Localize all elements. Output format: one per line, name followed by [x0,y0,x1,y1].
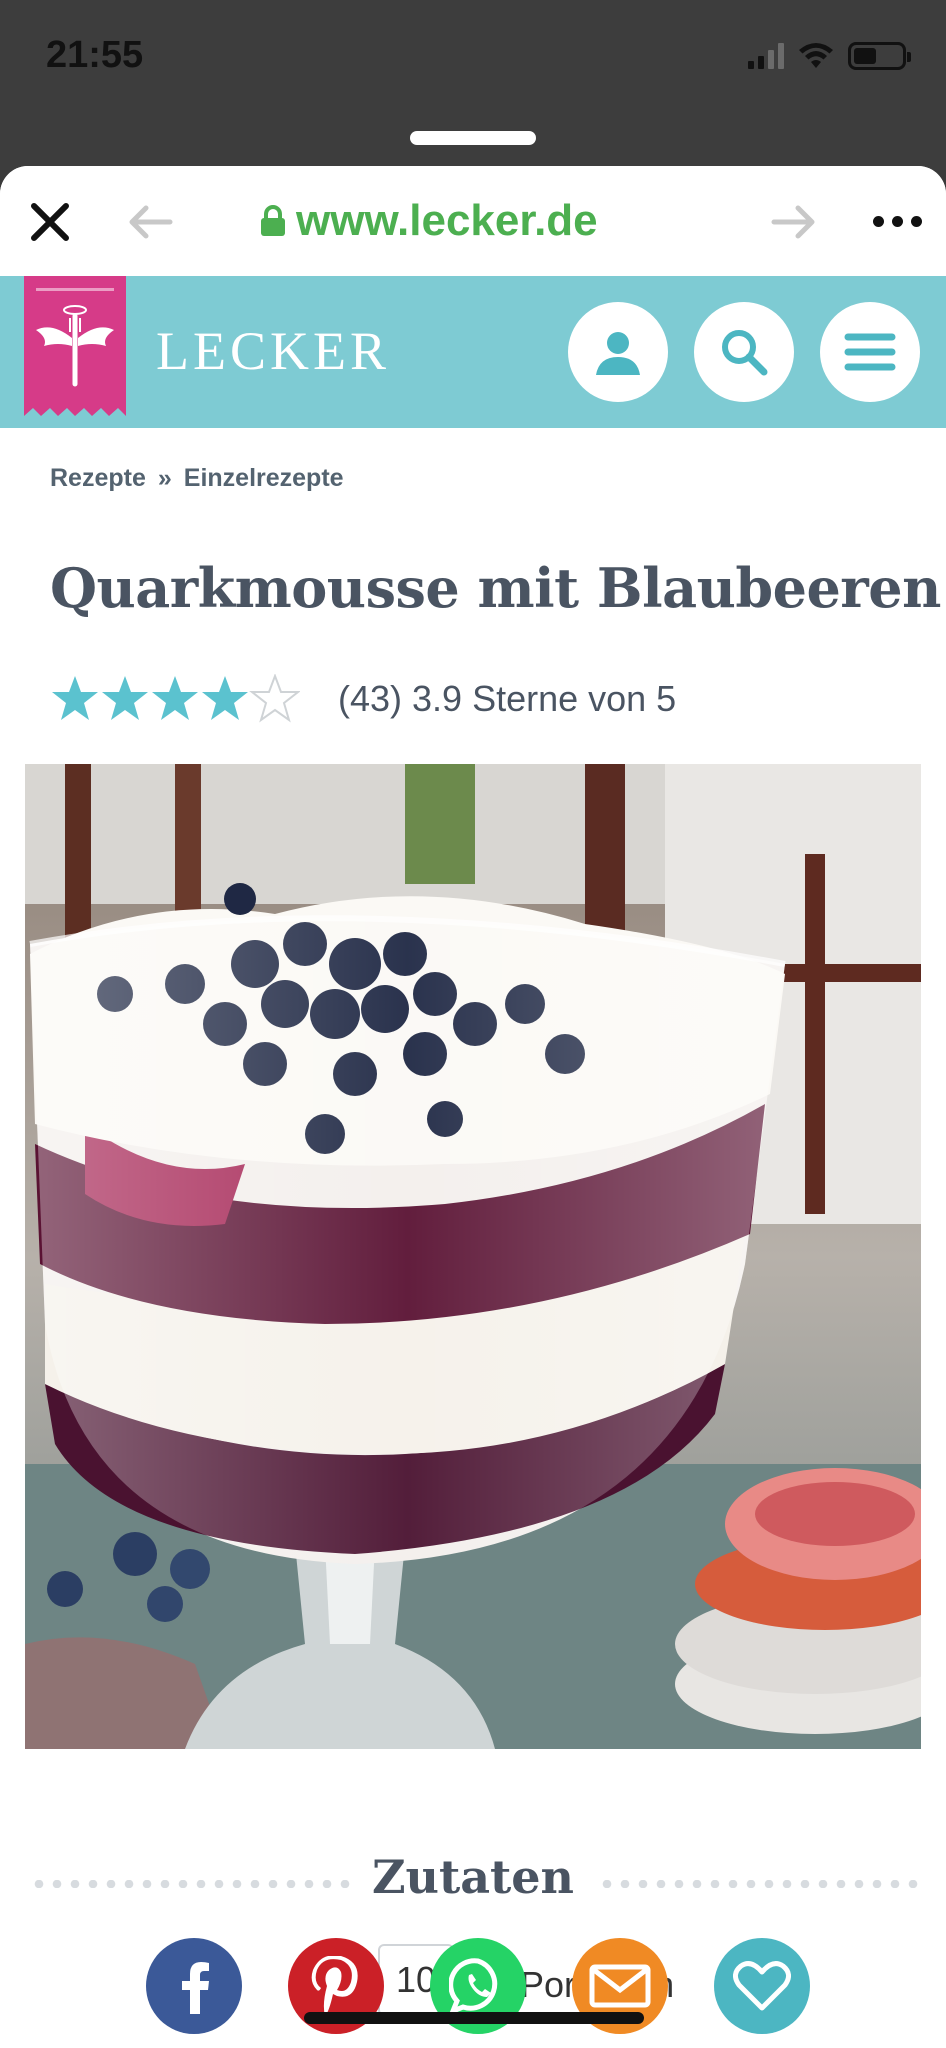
ingredients-title: Zutaten [371,1850,575,1904]
star-filled-icon [52,676,98,720]
account-button[interactable] [568,302,668,402]
share-bar [0,1938,946,2048]
forward-arrow-icon[interactable] [770,204,818,240]
recipe-rating[interactable]: (43) 3.9 Sterne von 5 [50,674,676,724]
hamburger-menu-icon [844,333,896,371]
rating-text: (43) 3.9 Sterne von 5 [338,678,677,719]
facebook-share-button[interactable] [146,1938,242,2034]
close-icon[interactable] [26,198,74,246]
battery-icon [848,42,911,70]
status-time: 21:55 [46,34,144,76]
breadcrumb-item-einzelrezepte[interactable]: Einzelrezepte [184,464,344,493]
cellular-signal-icon [748,43,784,69]
star-filled-icon [202,676,248,720]
site-brand: LECKER [156,321,390,381]
dotted-divider [598,1880,920,1888]
home-indicator [304,2012,644,2024]
back-arrow-icon[interactable] [126,204,174,240]
facebook-icon [182,1962,209,2014]
url-bar[interactable]: www.lecker.de [260,194,598,248]
menu-button[interactable] [820,302,920,402]
favorite-button[interactable] [714,1938,810,2034]
star-filled-icon [102,676,148,720]
breadcrumb-item-rezepte[interactable]: Rezepte [50,464,146,493]
lock-icon [261,205,285,236]
status-bar: 21:55 [0,0,946,130]
dessert-photo [25,764,921,1749]
browser-sheet: www.lecker.de LECKER Rezepte » Einzelrez… [0,166,946,2048]
rating-stars [52,675,299,721]
url-text: www.lecker.de [296,196,598,245]
recipe-hero-image[interactable] [25,764,921,1749]
mail-icon [589,1964,651,2008]
wifi-icon [799,43,833,68]
more-options-icon[interactable] [873,216,922,227]
breadcrumb: Rezepte » Einzelrezepte [50,464,344,493]
star-filled-icon [152,676,198,720]
ingredients-section-heading: Zutaten [0,1846,946,1916]
lecker-logo-icon[interactable] [24,276,126,416]
sheet-grabber[interactable] [410,131,536,145]
pinterest-icon [311,1956,358,2016]
star-empty-icon [251,675,299,721]
whatsapp-icon [449,1958,498,2015]
user-icon [596,332,640,375]
breadcrumb-separator: » [157,464,172,492]
browser-toolbar: www.lecker.de [0,166,946,276]
page-title: Quarkmousse mit Blaubeeren [50,556,941,620]
site-header: LECKER [0,276,946,428]
heart-icon [733,1961,791,2011]
search-icon [722,330,768,376]
search-button[interactable] [694,302,794,402]
